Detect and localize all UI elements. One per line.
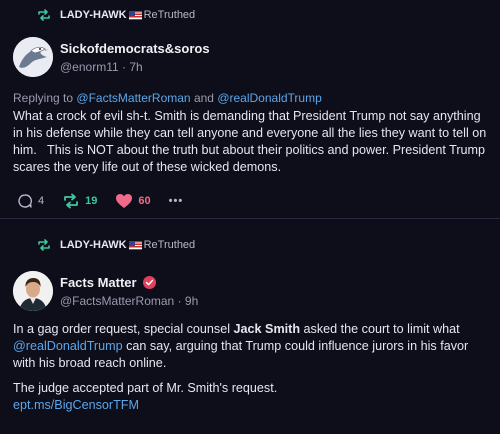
person-avatar-icon — [13, 271, 53, 311]
reply-button[interactable]: 4 — [17, 193, 44, 209]
like-count: 60 — [138, 195, 151, 207]
replying-to: Replying to @FactsMatterRoman and @realD… — [13, 91, 322, 105]
post-time: · 9h — [177, 294, 199, 308]
us-flag-icon — [128, 10, 142, 20]
author-name-text[interactable]: Sickofdemocrats&soros — [60, 41, 210, 56]
post-text-segment: In a gag order request, special counsel — [13, 322, 234, 336]
post-paragraph-1: In a gag order request, special counsel … — [13, 321, 493, 372]
post-paragraph-2: The judge accepted part of Mr. Smith's r… — [13, 380, 493, 414]
more-options-icon: ••• — [168, 195, 184, 207]
author-name-text[interactable]: Facts Matter — [60, 275, 137, 290]
retruth-label: ReTruthed — [143, 9, 196, 21]
retruth-count: 19 — [85, 195, 98, 207]
post-text: What a crock of evil sh-t. Smith is dema… — [13, 109, 490, 174]
author-handle[interactable]: @enorm11 — [60, 60, 119, 74]
post-1[interactable]: LADY-HAWK ReTruthed Sickofdemocrats&soro… — [0, 0, 500, 216]
post-body: What a crock of evil sh-t. Smith is dema… — [13, 108, 493, 176]
reply-mention-2[interactable]: @realDonaldTrump — [217, 91, 321, 105]
avatar[interactable] — [13, 271, 53, 311]
post-actions: 4 19 60 ••• — [17, 193, 201, 209]
post-divider — [0, 218, 500, 219]
retruth-username[interactable]: LADY-HAWK — [60, 9, 127, 21]
avatar[interactable] — [13, 37, 53, 77]
like-button[interactable]: 60 — [115, 193, 151, 209]
us-flag-icon — [128, 240, 142, 250]
replying-prefix: Replying to — [13, 91, 74, 105]
replying-and: and — [193, 91, 214, 105]
reply-icon — [18, 194, 32, 208]
eagle-avatar-icon — [13, 37, 53, 77]
author-handle-row: @FactsMatterRoman · 9h — [60, 294, 198, 308]
post-link[interactable]: ept.ms/BigCensorTFM — [13, 397, 493, 414]
post-text-segment: asked the court to limit what — [300, 322, 460, 336]
author-name[interactable]: Sickofdemocrats&soros — [60, 41, 210, 56]
author-handle-row: @enorm11 · 7h — [60, 60, 143, 74]
post-mention[interactable]: @realDonaldTrump — [13, 339, 123, 353]
retruth-username[interactable]: LADY-HAWK — [60, 239, 127, 251]
retruth-icon — [38, 9, 50, 21]
post-text-bold: Jack Smith — [233, 322, 301, 336]
more-button[interactable]: ••• — [169, 195, 184, 207]
post-2[interactable]: LADY-HAWK ReTruthed Facts Matter @FactsM… — [0, 222, 500, 434]
author-name[interactable]: Facts Matter — [60, 275, 156, 290]
author-handle[interactable]: @FactsMatterRoman — [60, 294, 174, 308]
retruth-label: ReTruthed — [143, 239, 196, 251]
post-text-segment: The judge accepted part of Mr. Smith's r… — [13, 381, 278, 395]
retruth-header: LADY-HAWK ReTruthed — [37, 9, 195, 21]
retruth-action-icon — [64, 193, 79, 209]
reply-mention-1[interactable]: @FactsMatterRoman — [76, 91, 190, 105]
verified-badge-icon — [142, 276, 156, 289]
retruth-button[interactable]: 19 — [62, 193, 97, 209]
retruth-icon — [38, 239, 50, 251]
retruth-header: LADY-HAWK ReTruthed — [37, 239, 195, 251]
reply-count: 4 — [38, 195, 45, 207]
post-body: In a gag order request, special counsel … — [13, 321, 493, 414]
post-time: · 7h — [122, 60, 143, 74]
heart-icon — [116, 194, 133, 208]
